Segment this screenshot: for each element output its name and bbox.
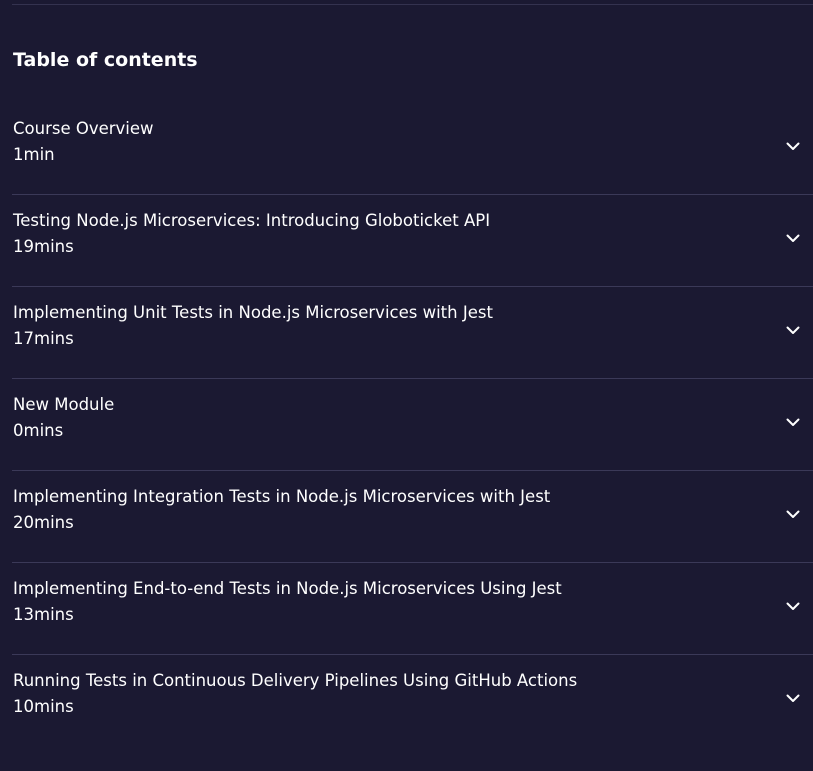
module-item[interactable]: Course Overview 1min xyxy=(12,103,813,195)
toc-title: Table of contents xyxy=(13,49,198,71)
module-item[interactable]: Implementing End-to-end Tests in Node.js… xyxy=(12,563,813,655)
top-divider xyxy=(12,4,813,5)
module-duration: 19mins xyxy=(13,237,74,256)
module-title: Implementing Unit Tests in Node.js Micro… xyxy=(13,303,493,322)
module-item[interactable]: New Module 0mins xyxy=(12,379,813,471)
module-item[interactable]: Implementing Unit Tests in Node.js Micro… xyxy=(12,287,813,379)
chevron-down-icon[interactable] xyxy=(785,506,801,522)
module-title: New Module xyxy=(13,395,115,414)
module-duration: 13mins xyxy=(13,605,74,624)
chevron-down-icon[interactable] xyxy=(785,690,801,706)
module-title: Implementing End-to-end Tests in Node.js… xyxy=(13,579,562,598)
module-title: Course Overview xyxy=(13,119,154,138)
chevron-down-icon[interactable] xyxy=(785,138,801,154)
chevron-down-icon[interactable] xyxy=(785,414,801,430)
module-item[interactable]: Implementing Integration Tests in Node.j… xyxy=(12,471,813,563)
module-title: Testing Node.js Microservices: Introduci… xyxy=(13,211,491,230)
module-duration: 1min xyxy=(13,145,55,164)
module-duration: 20mins xyxy=(13,513,74,532)
module-title: Running Tests in Continuous Delivery Pip… xyxy=(13,671,578,690)
chevron-down-icon[interactable] xyxy=(785,230,801,246)
module-item[interactable]: Running Tests in Continuous Delivery Pip… xyxy=(12,655,813,747)
chevron-down-icon[interactable] xyxy=(785,598,801,614)
module-item[interactable]: Testing Node.js Microservices: Introduci… xyxy=(12,195,813,287)
module-duration: 0mins xyxy=(13,421,64,440)
module-title: Implementing Integration Tests in Node.j… xyxy=(13,487,551,506)
chevron-down-icon[interactable] xyxy=(785,322,801,338)
module-duration: 17mins xyxy=(13,329,74,348)
module-list: Course Overview 1min Testing Node.js Mic… xyxy=(12,103,813,747)
module-duration: 10mins xyxy=(13,697,74,716)
